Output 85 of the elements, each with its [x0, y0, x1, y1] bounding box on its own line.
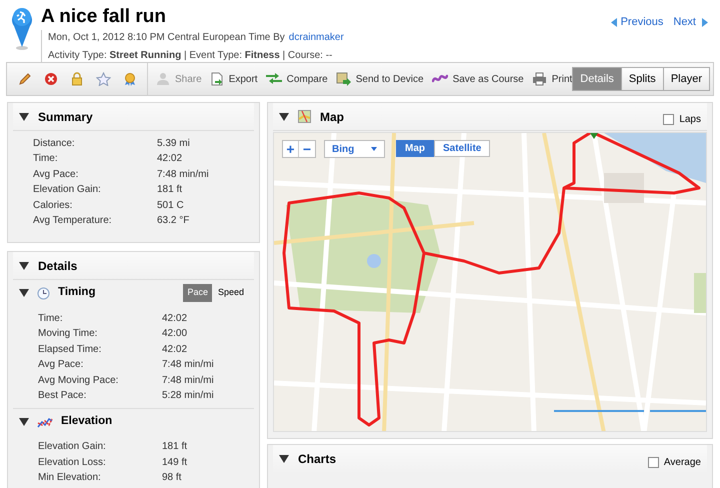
squiggle-icon — [432, 73, 448, 85]
stat-label: Distance: — [33, 136, 76, 150]
stat-value: 7:48 min/mi — [162, 358, 214, 372]
average-label: Average — [664, 456, 701, 470]
collapse-icon[interactable] — [279, 112, 289, 120]
stat-value: 149 ft — [162, 456, 188, 470]
provider-dropdown[interactable]: Bing — [324, 140, 385, 158]
runner-pin-icon — [11, 6, 33, 50]
export-icon — [210, 72, 224, 86]
arrow-left-icon — [610, 18, 617, 27]
activity-title: A nice fall run — [41, 5, 167, 29]
toolbar-button[interactable]: Save as Course — [432, 72, 524, 86]
map-mode-tab[interactable]: Map — [396, 140, 434, 157]
stat-label: Elevation Loss: — [38, 456, 107, 470]
zoom-in-button[interactable]: + — [283, 141, 299, 157]
stat-value: 42:02 — [162, 342, 188, 356]
clock-icon — [37, 286, 50, 300]
stat-label: Avg Pace: — [33, 168, 80, 182]
collapse-icon[interactable] — [279, 455, 289, 463]
lock-icon[interactable] — [70, 72, 84, 86]
stat-label: Best Pace: — [38, 389, 88, 403]
stat-label: Avg Temperature: — [33, 214, 113, 228]
collapse-icon[interactable] — [19, 289, 29, 297]
collapse-icon[interactable] — [19, 112, 29, 120]
stat-label: Avg Pace: — [38, 358, 84, 372]
stat-value: 42:00 — [162, 327, 188, 341]
stat-value: 63.2 °F — [157, 214, 190, 228]
line-chart-icon — [37, 416, 53, 428]
stat-value: 181 ft — [162, 440, 188, 454]
collapse-icon[interactable] — [19, 262, 29, 270]
medal-icon[interactable] — [123, 72, 137, 86]
map-mode-tab[interactable]: Satellite — [434, 140, 490, 157]
stat-label: Elevation Gain: — [33, 183, 102, 197]
map-icon — [298, 110, 311, 123]
panel-title: Summary — [38, 108, 93, 126]
panel-title: Details — [38, 258, 78, 274]
toolbar-button[interactable]: Export — [210, 72, 258, 86]
zoom-out-button[interactable]: − — [299, 141, 315, 157]
send-icon — [336, 72, 351, 86]
print-icon — [532, 72, 547, 86]
stat-value: 501 C — [157, 198, 184, 212]
stat-label: Time: — [33, 152, 59, 166]
view-tab[interactable]: Splits — [620, 67, 664, 91]
stat-value: 7:48 min/mi — [157, 168, 209, 182]
toolbar-button[interactable]: Print — [532, 72, 572, 86]
delete-icon[interactable] — [44, 72, 58, 86]
stat-value: 5:28 min/mi — [162, 389, 214, 403]
toolbar-button[interactable]: Compare — [266, 72, 328, 86]
collapse-icon[interactable] — [19, 418, 29, 426]
stat-label: Calories: — [33, 198, 74, 212]
stat-label: Avg Moving Pace: — [38, 374, 120, 388]
star-icon[interactable] — [96, 72, 111, 86]
section-title: Timing — [58, 285, 96, 300]
laps-label: Laps — [679, 113, 701, 127]
arrow-right-icon — [702, 18, 708, 27]
author-link[interactable]: dcrainmaker — [288, 30, 344, 45]
stat-value: 42:02 — [162, 312, 188, 326]
panel-title: Charts — [298, 451, 336, 468]
stat-value: 42:02 — [157, 152, 182, 166]
stat-label: Min Elevation: — [38, 471, 102, 485]
panel-title: Map — [320, 108, 344, 126]
stat-label: Moving Time: — [38, 327, 98, 341]
stat-value: 7:48 min/mi — [162, 374, 214, 388]
activity-meta: Activity Type: Street Running | Event Type: Fitness | Course: -- — [48, 49, 334, 63]
stat-label: Time: — [38, 312, 64, 326]
caret-icon — [371, 147, 377, 151]
person-icon — [156, 72, 170, 86]
average-checkbox[interactable] — [648, 456, 659, 468]
next-link[interactable]: Next — [673, 14, 708, 30]
stat-value: 5.39 mi — [157, 136, 190, 150]
unit-toggle[interactable]: Pace — [183, 284, 212, 302]
section-title: Elevation — [61, 414, 112, 429]
stat-value: 98 ft — [162, 471, 182, 485]
view-tab[interactable]: Player — [662, 67, 710, 91]
arrows-icon — [266, 73, 282, 85]
pencil-icon[interactable] — [18, 72, 32, 86]
laps-checkbox[interactable] — [663, 114, 674, 125]
toolbar-button[interactable]: Send to Device — [336, 72, 424, 86]
stat-label: Elapsed Time: — [38, 342, 102, 356]
stat-label: Elevation Gain: — [38, 440, 107, 454]
view-tab[interactable]: Details — [572, 67, 622, 91]
stat-value: 181 ft — [157, 183, 182, 197]
activity-date: Mon, Oct 1, 2012 8:10 PM Central European Time By — [48, 31, 285, 45]
unit-toggle[interactable]: Speed — [214, 284, 248, 302]
previous-link[interactable]: Previous — [610, 14, 664, 30]
